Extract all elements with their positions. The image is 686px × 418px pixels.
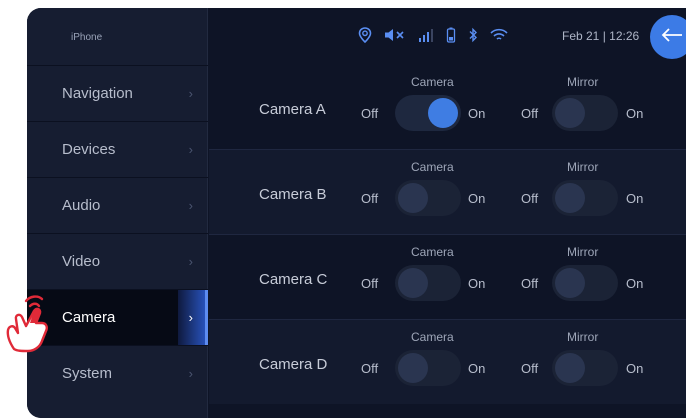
sidebar-item-label: System xyxy=(62,365,113,382)
on-label: On xyxy=(468,276,486,291)
on-label: On xyxy=(468,106,486,121)
on-label: On xyxy=(468,361,486,376)
off-label: Off xyxy=(521,106,539,121)
sidebar-item-video[interactable]: Video › xyxy=(27,233,208,289)
active-indicator xyxy=(178,290,208,346)
mirror-column-label: Mirror xyxy=(567,245,599,259)
camera-toggle[interactable] xyxy=(395,180,461,216)
on-label: On xyxy=(626,191,644,206)
camera-row: Camera D Camera Off On Mirror Off On xyxy=(209,320,686,404)
screen: iPhone Navigation › Devices › Audio › Vi… xyxy=(27,8,686,418)
off-label: Off xyxy=(521,191,539,206)
chevron-right-icon: › xyxy=(188,142,193,157)
mirror-toggle[interactable] xyxy=(552,95,618,131)
camera-column-label: Camera xyxy=(411,160,454,174)
toggle-knob xyxy=(555,98,585,128)
tap-hand-icon xyxy=(4,293,60,357)
toggle-knob xyxy=(428,98,458,128)
chevron-right-icon: › xyxy=(188,86,193,101)
status-icons xyxy=(358,27,508,46)
chevron-right-icon: › xyxy=(188,198,193,213)
chevron-right-icon: › xyxy=(188,366,193,381)
signal-icon xyxy=(418,28,434,45)
toggle-knob xyxy=(398,183,428,213)
on-label: On xyxy=(468,191,486,206)
on-label: On xyxy=(626,106,644,121)
mirror-column-label: Mirror xyxy=(567,160,599,174)
camera-row: Camera B Camera Off On Mirror Off On xyxy=(209,150,686,234)
sidebar-item-label: Video xyxy=(62,253,101,270)
mute-icon xyxy=(384,28,406,45)
sidebar-item-label: Camera xyxy=(62,309,116,326)
camera-toggle[interactable] xyxy=(395,95,461,131)
sidebar-item-navigation[interactable]: Navigation › xyxy=(27,65,208,121)
sidebar-item-audio[interactable]: Audio › xyxy=(27,177,208,233)
toggle-knob xyxy=(398,268,428,298)
off-label: Off xyxy=(521,361,539,376)
toggle-knob xyxy=(555,183,585,213)
toggle-knob xyxy=(555,353,585,383)
camera-column-label: Camera xyxy=(411,330,454,344)
toggle-knob xyxy=(398,353,428,383)
date-time: Feb 21 | 12:26 xyxy=(562,29,640,43)
on-label: On xyxy=(626,361,644,376)
off-label: Off xyxy=(521,276,539,291)
status-bar: Feb 21 | 12:26 xyxy=(208,8,686,65)
arrow-left-icon xyxy=(661,27,683,47)
back-button[interactable] xyxy=(650,15,686,59)
camera-row: Camera A Camera Off On Mirror Off On xyxy=(209,65,686,149)
sidebar-item-devices[interactable]: Devices › xyxy=(27,121,208,177)
chevron-right-icon: › xyxy=(188,310,193,325)
camera-column-label: Camera xyxy=(411,245,454,259)
off-label: Off xyxy=(361,276,379,291)
mirror-column-label: Mirror xyxy=(567,75,599,89)
device-name: iPhone xyxy=(71,32,103,43)
toggle-knob xyxy=(555,268,585,298)
camera-name: Camera B xyxy=(259,186,327,203)
bluetooth-icon xyxy=(468,27,478,46)
camera-name: Camera A xyxy=(259,101,326,118)
camera-name: Camera D xyxy=(259,356,328,373)
mirror-toggle[interactable] xyxy=(552,180,618,216)
sidebar-item-label: Devices xyxy=(62,141,116,158)
camera-toggle[interactable] xyxy=(395,350,461,386)
sidebar-item-label: Audio xyxy=(62,197,101,214)
chevron-right-icon: › xyxy=(188,254,193,269)
mirror-column-label: Mirror xyxy=(567,330,599,344)
mirror-toggle[interactable] xyxy=(552,350,618,386)
wifi-icon xyxy=(490,28,508,45)
on-label: On xyxy=(626,276,644,291)
off-label: Off xyxy=(361,361,379,376)
battery-icon xyxy=(446,27,456,46)
sidebar-item-label: Navigation xyxy=(62,85,133,102)
camera-column-label: Camera xyxy=(411,75,454,89)
mirror-toggle[interactable] xyxy=(552,265,618,301)
off-label: Off xyxy=(361,106,379,121)
location-icon xyxy=(358,27,372,46)
camera-toggle[interactable] xyxy=(395,265,461,301)
camera-row: Camera C Camera Off On Mirror Off On xyxy=(209,235,686,319)
camera-name: Camera C xyxy=(259,271,328,288)
off-label: Off xyxy=(361,191,379,206)
